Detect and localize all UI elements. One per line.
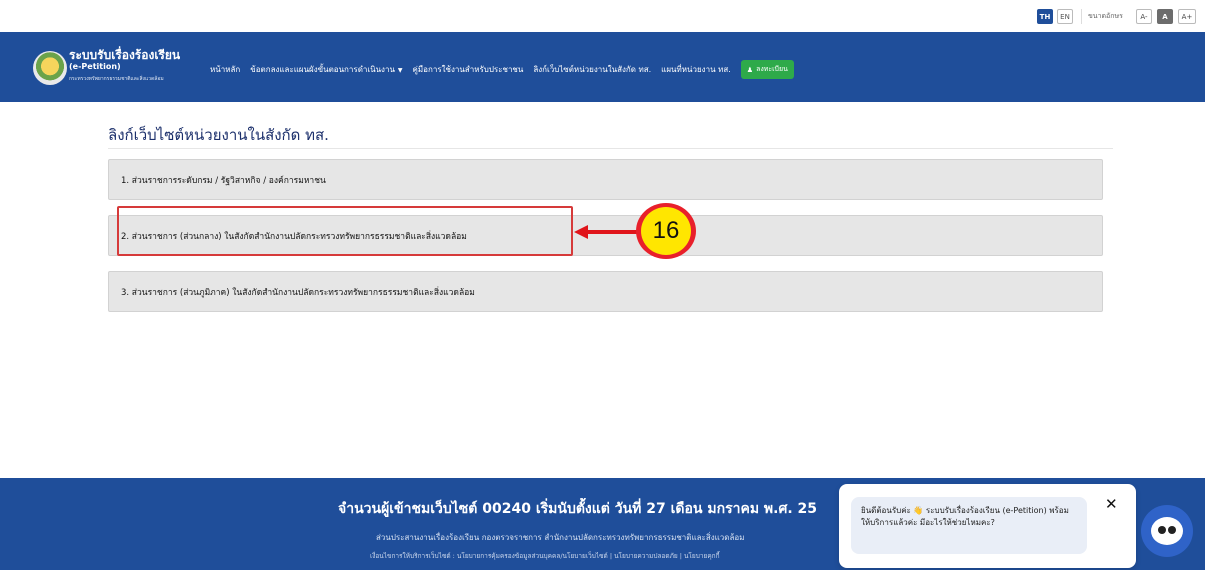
annotation-highlight-box [117, 206, 573, 256]
ministry-logo-icon[interactable] [33, 51, 67, 85]
section-central-agencies[interactable]: 1. ส่วนราชการระดับกรม / รัฐวิสาหกิจ / อง… [108, 159, 1103, 200]
main-navbar: ระบบรับเรื่องร้องเรียน (e-Petition) กระท… [0, 32, 1205, 102]
font-decrease-button[interactable]: A- [1136, 9, 1152, 24]
nav-agreement-label: ข้อตกลงและแผนผังขั้นตอนการดำเนินงาน [250, 65, 395, 74]
section-label: 3. ส่วนราชการ (ส่วนภูมิภาค) ในสังกัดสำนั… [121, 287, 475, 298]
chatbot-button[interactable] [1141, 505, 1193, 557]
close-icon[interactable]: ✕ [1105, 495, 1118, 513]
language-th-button[interactable]: TH [1037, 9, 1053, 24]
robot-eye [1158, 526, 1166, 534]
divider [108, 148, 1113, 149]
chat-popup: ยินดีต้อนรับค่ะ 👋 ระบบรับเรื่องร้องเรียน… [839, 484, 1136, 568]
top-utility-bar: TH EN ขนาดอักษร A- A A+ [0, 0, 1205, 32]
register-label: ลงทะเบียน [756, 65, 788, 73]
footer-policy-links[interactable]: เงื่อนไขการให้บริการเว็บไซต์ : นโยบายการ… [370, 551, 838, 561]
font-size-label: ขนาดอักษร [1088, 12, 1123, 20]
font-increase-button[interactable]: A+ [1178, 9, 1196, 24]
section-regional-units[interactable]: 3. ส่วนราชการ (ส่วนภูมิภาค) ในสังกัดสำนั… [108, 271, 1103, 312]
nav-agency-map[interactable]: แผนที่หน่วยงาน ทส. [661, 63, 731, 76]
brand-subtitle: (e-Petition) [69, 62, 121, 71]
section-label: 1. ส่วนราชการระดับกรม / รัฐวิสาหกิจ / อง… [121, 175, 326, 186]
annotation-arrow [586, 230, 642, 234]
footer-organization: ส่วนประสานงานเรื่องร้องเรียน กองตรวจราชก… [376, 533, 745, 542]
page-title: ลิงก์เว็บไซต์หน่วยงานในสังกัด ทส. [108, 126, 329, 144]
nav-manual[interactable]: คู่มือการใช้งานสำหรับประชาชน [413, 63, 524, 76]
chevron-down-icon: ▼ [397, 67, 403, 74]
register-button[interactable]: ♟ ลงทะเบียน [740, 60, 794, 79]
nav-home[interactable]: หน้าหลัก [210, 63, 240, 76]
chat-message: ยินดีต้อนรับค่ะ 👋 ระบบรับเรื่องร้องเรียน… [851, 497, 1087, 554]
step-number: 16 [641, 207, 691, 255]
robot-eye [1168, 526, 1176, 534]
brand-organization: กระทรวงทรัพยากรธรรมชาติและสิ่งแวดล้อม [69, 76, 164, 82]
divider [1081, 9, 1082, 24]
font-normal-button[interactable]: A [1157, 9, 1173, 24]
nav-agency-links[interactable]: ลิงก์เว็บไซต์หน่วยงานในสังกัด ทส. [533, 63, 651, 76]
visitor-counter: จำนวนผู้เข้าชมเว็บไซต์ 00240 เริ่มนับตั้… [338, 501, 818, 517]
nav-agreement[interactable]: ข้อตกลงและแผนผังขั้นตอนการดำเนินงาน ▼ [250, 63, 402, 76]
user-plus-icon: ♟ [746, 65, 754, 74]
nav-menu: หน้าหลัก ข้อตกลงและแผนผังขั้นตอนการดำเนิ… [210, 60, 794, 79]
robot-icon [1151, 517, 1183, 545]
step-callout-badge: 16 [636, 203, 696, 259]
language-en-button[interactable]: EN [1057, 9, 1073, 24]
